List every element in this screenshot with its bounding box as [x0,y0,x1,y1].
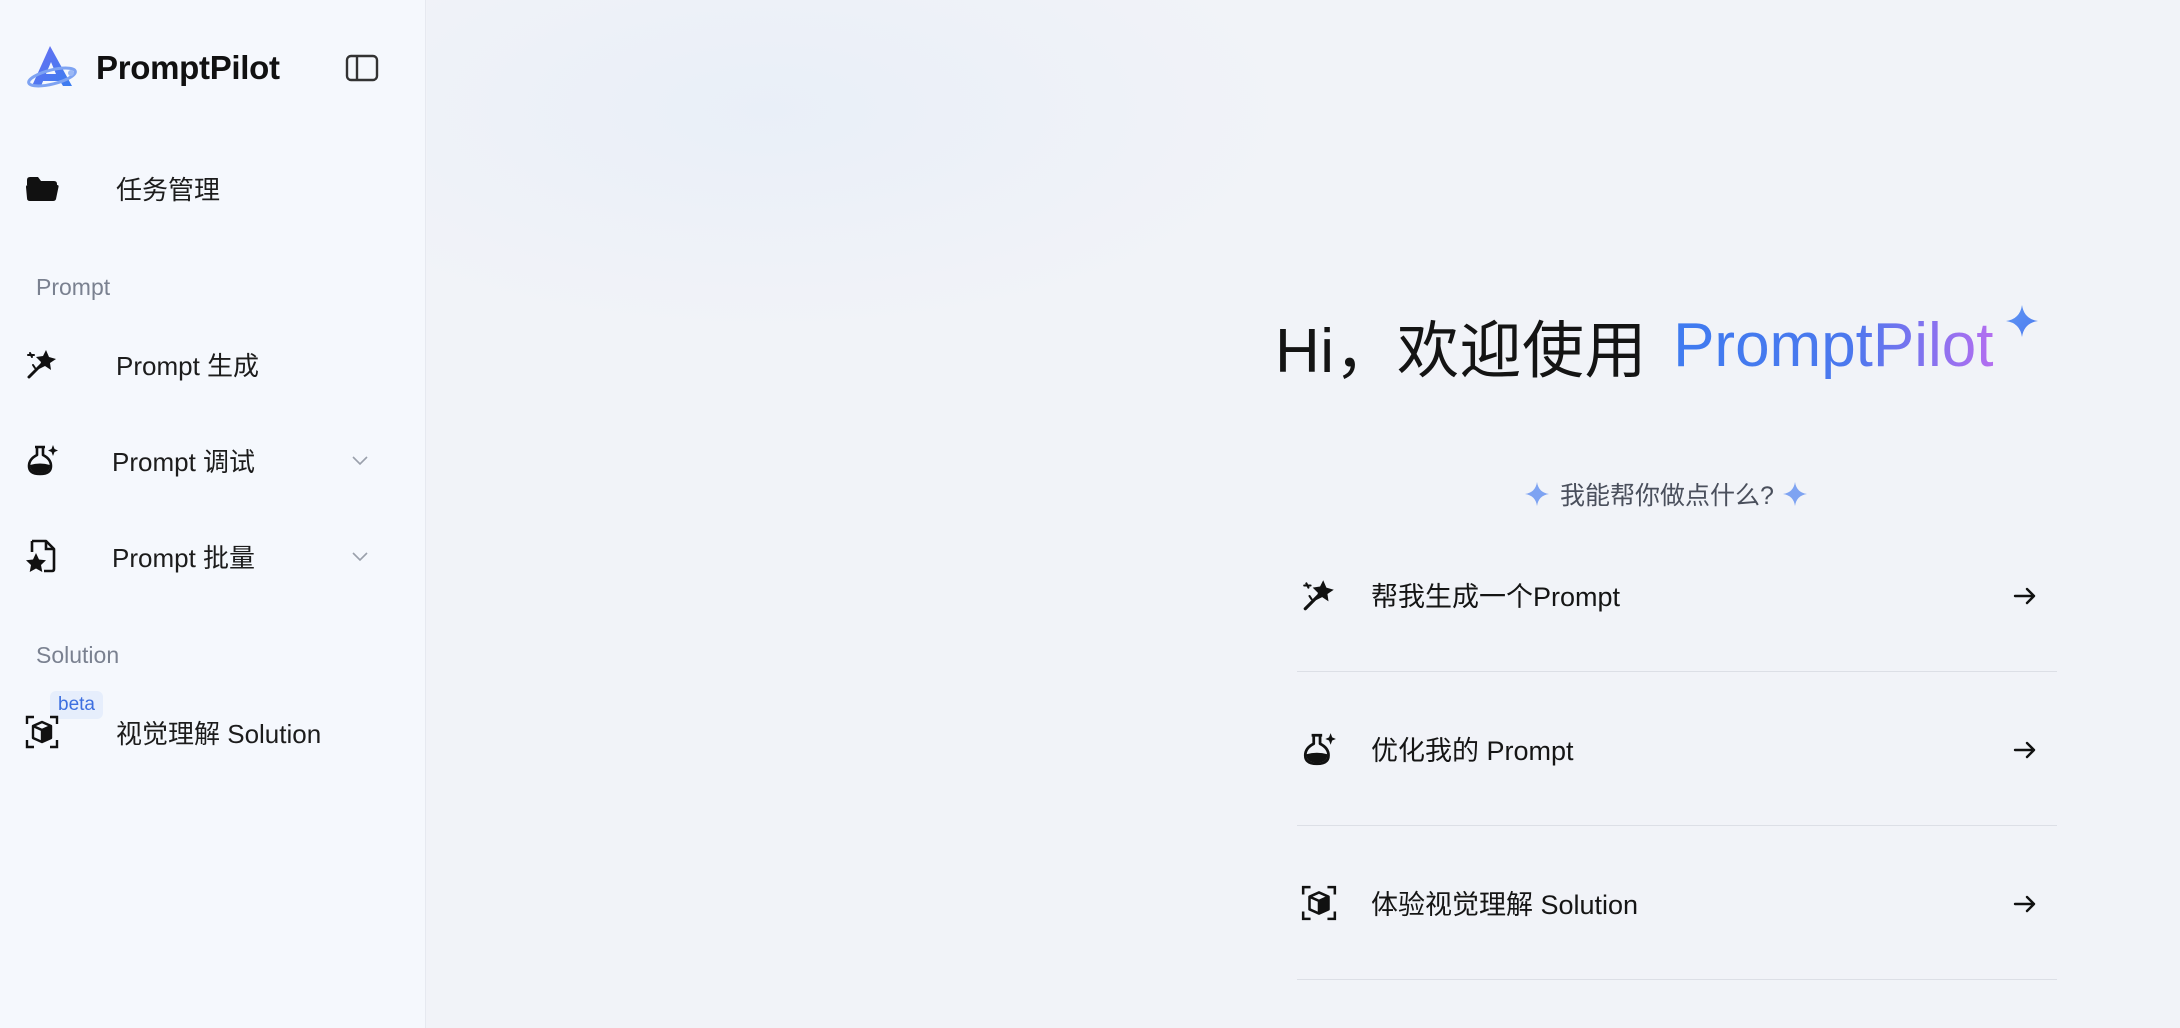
sidebar-item-prompt-batch[interactable]: Prompt 批量 [22,524,402,588]
sidebar-item-visual-solution[interactable]: 视觉理解 Solution [22,700,402,764]
main-content: Hi，欢迎使用 PromptPilot 我能帮你做点什么? 帮我生成一个Prom… [427,0,2180,1028]
sidebar-item-label: 视觉理解 Solution [116,718,322,749]
action-label: 优化我的 Prompt [1371,736,1574,766]
sparkle-icon [2006,305,2038,337]
sparkle-icon [1525,482,1549,506]
sidebar-item-label: Prompt 生成 [116,350,260,381]
sidebar-item-label: 任务管理 [116,174,221,205]
magic-wand-icon [1297,573,1341,617]
sidebar-item-prompt-debug[interactable]: Prompt 调试 [22,428,402,492]
help-prompt: 我能帮你做点什么? [1524,476,1808,512]
arrow-right-icon [2013,895,2036,913]
arrow-right-icon [2013,741,2036,759]
action-visual-solution[interactable]: 体验视觉理解 Solution [1297,826,2057,980]
welcome-heading: Hi，欢迎使用 PromptPilot [1275,300,2015,390]
sidebar-item-label: Prompt 调试 [112,446,256,477]
welcome-brand: PromptPilot [1673,310,1994,380]
promptpilot-logo-icon [27,46,77,88]
chevron-down-icon[interactable] [350,450,370,470]
magic-wand-icon [22,344,62,384]
sparkle-icon [1782,482,1807,506]
sidebar-item-label: Prompt 批量 [112,542,256,573]
arrow-right-icon [2013,587,2036,605]
section-title-solution: Solution [36,642,120,668]
cube-scan-icon [1297,881,1341,925]
brand-name: PromptPilot [96,49,280,86]
app-root: PromptPilot 任务管理 Prompt Prompt 生成 Prompt… [0,0,2180,1028]
flask-sparkle-icon [22,440,62,480]
help-prompt-text: 我能帮你做点什么? [1560,482,1774,510]
sidebar-item-prompt-generate[interactable]: Prompt 生成 [22,332,402,396]
folder-icon [22,168,62,208]
sidebar-item-task-management[interactable]: 任务管理 [22,156,402,220]
action-generate-prompt[interactable]: 帮我生成一个Prompt [1297,518,2057,672]
welcome-greeting: Hi，欢迎使用 [1275,317,1648,386]
section-title-prompt: Prompt [36,274,111,300]
cube-scan-icon [22,712,62,752]
action-label: 体验视觉理解 Solution [1371,890,1639,920]
action-label: 帮我生成一个Prompt [1371,582,1621,612]
chevron-down-icon[interactable] [350,546,370,566]
action-optimize-prompt[interactable]: 优化我的 Prompt [1297,672,2057,826]
file-star-icon [22,536,62,576]
brand[interactable]: PromptPilot [24,40,280,96]
sidebar: PromptPilot 任务管理 Prompt Prompt 生成 Prompt… [0,0,426,1028]
flask-sparkle-icon [1297,727,1341,771]
sidebar-collapse-icon[interactable] [344,52,380,84]
